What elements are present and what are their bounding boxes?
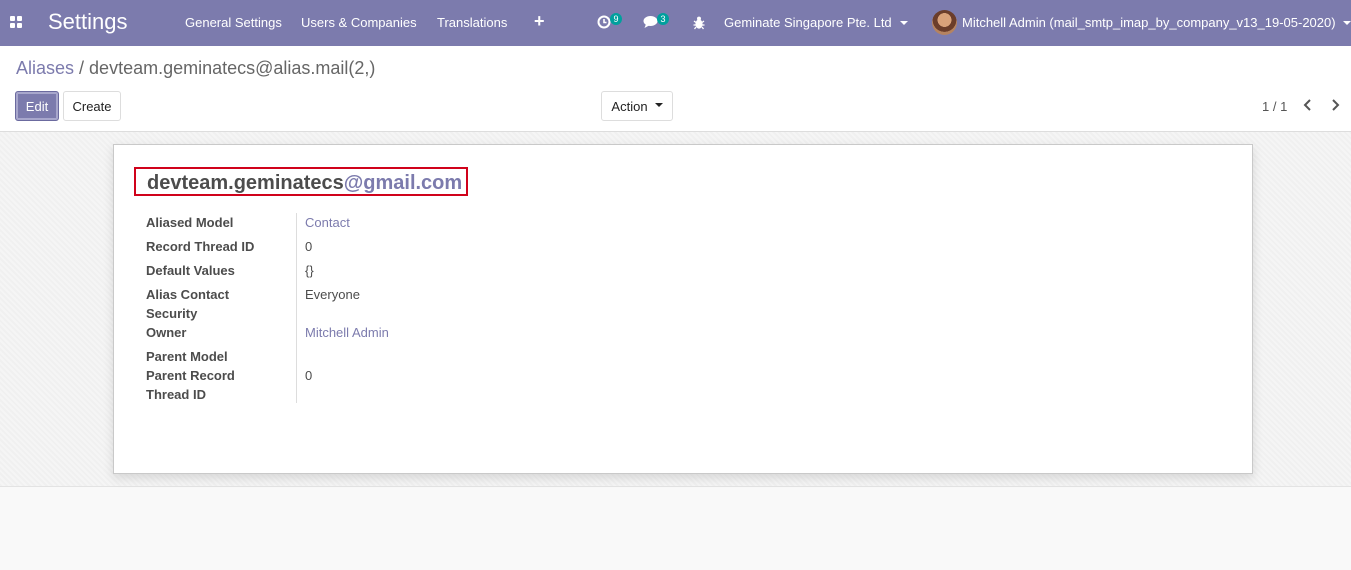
apps-menu-icon[interactable]: [10, 16, 23, 28]
alias-email-title: devteam.geminatecs@gmail.com: [147, 172, 462, 195]
owner-value[interactable]: Mitchell Admin: [305, 323, 389, 342]
record-thread-id-label: Record Thread ID: [146, 239, 255, 254]
chevron-down-icon: [899, 20, 908, 25]
parent-record-thread-id-label: Parent Record Thread ID: [146, 368, 235, 402]
create-button[interactable]: Create: [63, 91, 121, 121]
default-values-value: {}: [305, 263, 314, 278]
default-values-label: Default Values: [146, 263, 235, 278]
breadcrumb: Aliases / devteam.geminatecs@alias.mail(2,…: [16, 58, 375, 79]
app-title[interactable]: Settings: [48, 9, 128, 35]
plus-icon[interactable]: +: [534, 12, 545, 30]
pager-value[interactable]: 1 / 1: [1262, 99, 1287, 114]
aliased-model-value[interactable]: Contact: [305, 213, 350, 232]
form-sheet: devteam.geminatecs@gmail.com Aliased Mod…: [113, 144, 1253, 474]
pager-next-icon[interactable]: [1328, 98, 1342, 112]
menu-translations[interactable]: Translations: [437, 15, 507, 30]
company-name: Geminate Singapore Pte. Ltd: [724, 15, 892, 30]
alias-contact-security-value: Everyone: [305, 287, 360, 302]
company-switcher[interactable]: Geminate Singapore Pte. Ltd: [724, 15, 908, 30]
chevron-down-icon: [1342, 20, 1351, 25]
messages-count-badge: 3: [657, 13, 669, 25]
parent-model-label: Parent Model: [146, 349, 228, 364]
record-thread-id-value: 0: [305, 239, 313, 254]
alias-name: devteam.geminatecs: [147, 172, 344, 194]
alias-title-highlight: devteam.geminatecs@gmail.com: [134, 167, 468, 196]
top-navbar: Settings General Settings Users & Compan…: [0, 0, 1351, 46]
aliased-model-label: Aliased Model: [146, 215, 234, 230]
chevron-down-icon: [654, 103, 663, 107]
debug-bug-icon[interactable]: [691, 15, 707, 31]
breadcrumb-current: devteam.geminatecs@alias.mail(2,): [89, 58, 376, 78]
owner-label: Owner: [146, 325, 187, 340]
alias-contact-security-label: Alias Contact Security: [146, 287, 230, 321]
edit-button[interactable]: Edit: [15, 91, 59, 121]
pager-previous-icon[interactable]: [1301, 98, 1315, 112]
action-label: Action: [611, 98, 648, 114]
parent-record-thread-id-value: 0: [305, 368, 313, 383]
alias-domain[interactable]: @gmail.com: [344, 172, 462, 194]
menu-users-companies[interactable]: Users & Companies: [301, 15, 417, 30]
action-dropdown-button[interactable]: Action: [601, 91, 673, 121]
control-panel: Aliases / devteam.geminatecs@alias.mail(2,…: [0, 46, 1351, 132]
user-avatar[interactable]: [932, 10, 957, 35]
breadcrumb-separator: /: [79, 58, 85, 78]
menu-general-settings[interactable]: General Settings: [185, 15, 282, 30]
user-name-label: Mitchell Admin (mail_smtp_imap_by_compan…: [962, 15, 1336, 30]
user-menu[interactable]: Mitchell Admin (mail_smtp_imap_by_compan…: [962, 15, 1351, 30]
activity-count-badge: 9: [610, 13, 622, 25]
breadcrumb-aliases-link[interactable]: Aliases: [16, 58, 74, 78]
label-divider: [296, 213, 297, 403]
